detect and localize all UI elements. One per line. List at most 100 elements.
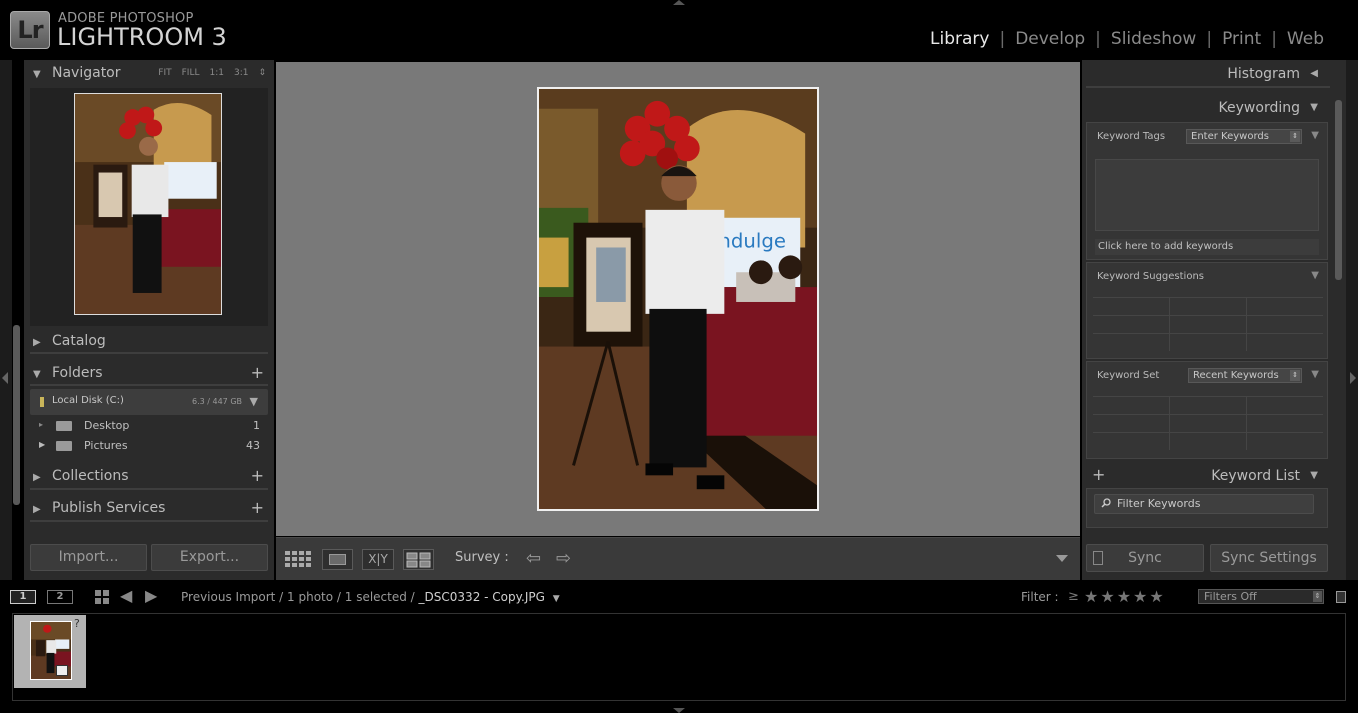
expand-triangle-icon: ▶	[33, 472, 41, 483]
divider	[1086, 86, 1330, 88]
collapse-triangle-icon: ▼	[33, 369, 41, 380]
collections-header[interactable]: ▶ Collections +	[24, 463, 274, 491]
svg-text:ndulge: ndulge	[718, 229, 786, 252]
survey-glyph	[406, 552, 431, 568]
keyword-set-select[interactable]: Recent Keywords ⇕	[1188, 368, 1302, 383]
folder-expand-icon[interactable]: ▶	[39, 440, 45, 449]
star-rating-filter[interactable]: ★★★★★	[1084, 587, 1166, 606]
module-print[interactable]: Print	[1222, 29, 1261, 49]
add-keywords-field[interactable]: Click here to add keywords	[1095, 239, 1319, 255]
expand-triangle-icon: ▶	[33, 337, 41, 348]
zoom-fill[interactable]: FILL	[182, 68, 200, 78]
folder-item-pictures[interactable]: ▶ Pictures 43	[30, 436, 268, 456]
module-separator: |	[1095, 29, 1101, 49]
zoom-3-1[interactable]: 3:1	[234, 68, 248, 78]
expand-triangle-icon: ▶	[33, 504, 41, 515]
collapse-triangle-icon[interactable]: ▼	[1311, 130, 1319, 141]
add-publish-service-icon[interactable]: +	[251, 498, 264, 517]
filmstrip-cell[interactable]: ?	[14, 615, 86, 688]
folder-count: 43	[246, 439, 260, 452]
filmstrip-lock-icon[interactable]	[1336, 591, 1346, 603]
module-separator: |	[1271, 29, 1277, 49]
volume-collapse-icon[interactable]: ▼	[250, 395, 258, 408]
main-photo-image: ndulge	[539, 89, 817, 509]
next-photo-icon[interactable]: ⇨	[556, 548, 571, 569]
keyword-set-section: Keyword Set Recent Keywords ⇕ ▼	[1086, 361, 1328, 459]
secondary-window-button[interactable]: 2	[47, 590, 73, 604]
module-library[interactable]: Library	[930, 29, 989, 49]
add-folder-icon[interactable]: +	[251, 363, 264, 382]
sync-settings-button[interactable]: Sync Settings	[1210, 544, 1328, 572]
left-panel-toggle-icon[interactable]	[2, 372, 8, 384]
keyword-suggestions-label: Keyword Suggestions	[1097, 271, 1204, 282]
keywording-header[interactable]: Keywording ▼	[1082, 96, 1328, 122]
volume-row[interactable]: Local Disk (C:) 6.3 / 447 GB ▼	[30, 389, 268, 415]
filter-preset-value: Filters Off	[1204, 590, 1257, 603]
bottom-panel-toggle-icon[interactable]	[673, 708, 685, 713]
keyword-tags-select[interactable]: Enter Keywords ⇕	[1186, 129, 1302, 144]
add-collection-icon[interactable]: +	[251, 466, 264, 485]
rating-operator[interactable]: ≥	[1068, 589, 1079, 604]
search-icon	[1101, 498, 1111, 508]
zoom-1-1[interactable]: 1:1	[209, 68, 223, 78]
publish-services-header[interactable]: ▶ Publish Services +	[24, 495, 274, 523]
folders-title: Folders	[52, 365, 103, 381]
auto-sync-switch-icon[interactable]	[1093, 551, 1103, 565]
divider	[30, 384, 268, 386]
toolbar-menu-icon[interactable]	[1056, 555, 1068, 562]
dropdown-arrow-icon[interactable]: ▼	[553, 594, 560, 604]
filmstrip: ?	[12, 613, 1346, 701]
zoom-fit[interactable]: FIT	[158, 68, 171, 78]
module-separator: |	[999, 29, 1006, 49]
module-separator: |	[1206, 29, 1213, 49]
select-stepper-icon: ⇕	[1313, 591, 1322, 602]
right-panel-scrollbar[interactable]	[1335, 100, 1342, 280]
keyword-list-header[interactable]: + Keyword List ▼	[1082, 464, 1328, 490]
add-keyword-icon[interactable]: +	[1092, 465, 1105, 484]
back-arrow-icon[interactable]: ◀	[120, 586, 132, 605]
navigator-thumbnail[interactable]	[74, 93, 222, 315]
main-photo[interactable]: ndulge	[537, 87, 819, 511]
zoom-stepper-icon[interactable]: ⇕	[258, 68, 266, 78]
grid-view-icon[interactable]	[95, 590, 109, 604]
filter-preset-select[interactable]: Filters Off ⇕	[1198, 589, 1324, 604]
navigator-header[interactable]: ▼ Navigator FIT FILL 1:1 3:1 ⇕	[24, 60, 274, 88]
left-edge	[0, 60, 12, 580]
folder-item-desktop[interactable]: ▸ Desktop 1	[30, 416, 268, 436]
folder-expand-icon: ▸	[39, 420, 44, 429]
previous-photo-icon[interactable]: ⇦	[526, 548, 541, 569]
compare-view-icon[interactable]: X|Y	[362, 549, 394, 570]
select-stepper-icon: ⇕	[1290, 370, 1300, 381]
forward-arrow-icon[interactable]: ▶	[145, 586, 157, 605]
top-panel-toggle-icon[interactable]	[673, 0, 685, 5]
filmstrip-breadcrumb[interactable]: Previous Import / 1 photo / 1 selected /…	[181, 590, 560, 604]
left-panel-scrollbar[interactable]	[13, 325, 20, 505]
module-slideshow[interactable]: Slideshow	[1111, 29, 1196, 49]
collapse-triangle-icon[interactable]: ▼	[1311, 369, 1319, 380]
folder-count: 1	[253, 419, 260, 432]
export-button[interactable]: Export...	[151, 544, 268, 571]
collapse-triangle-icon: ▼	[1310, 470, 1318, 481]
keyword-suggestions-grid[interactable]	[1093, 297, 1323, 351]
histogram-header[interactable]: Histogram ◀	[1082, 62, 1328, 88]
filter-label: Filter :	[1021, 590, 1059, 604]
view-mode-label: Survey :	[455, 550, 509, 565]
keyword-tags-textarea[interactable]	[1095, 159, 1319, 231]
loupe-view-icon[interactable]	[322, 549, 353, 570]
module-web[interactable]: Web	[1287, 29, 1324, 49]
expand-triangle-icon: ◀	[1310, 68, 1318, 79]
right-panel-toggle-icon[interactable]	[1350, 372, 1356, 384]
collapse-triangle-icon[interactable]: ▼	[1311, 270, 1319, 281]
import-button[interactable]: Import...	[30, 544, 147, 571]
grid-view-icon[interactable]	[284, 549, 314, 570]
breadcrumb-filename: _DSC0332 - Copy.JPG	[418, 590, 545, 604]
filter-keywords-input[interactable]: Filter Keywords	[1094, 494, 1314, 514]
primary-window-button[interactable]: 1	[10, 590, 36, 604]
keyword-set-value: Recent Keywords	[1193, 370, 1279, 381]
sync-button[interactable]: Sync	[1086, 544, 1204, 572]
module-develop[interactable]: Develop	[1015, 29, 1085, 49]
survey-view-icon[interactable]	[403, 549, 434, 570]
keyword-list-title: Keyword List	[1211, 468, 1300, 484]
keyword-set-grid[interactable]	[1093, 396, 1323, 450]
volume-label: Local Disk (C:)	[52, 395, 124, 406]
